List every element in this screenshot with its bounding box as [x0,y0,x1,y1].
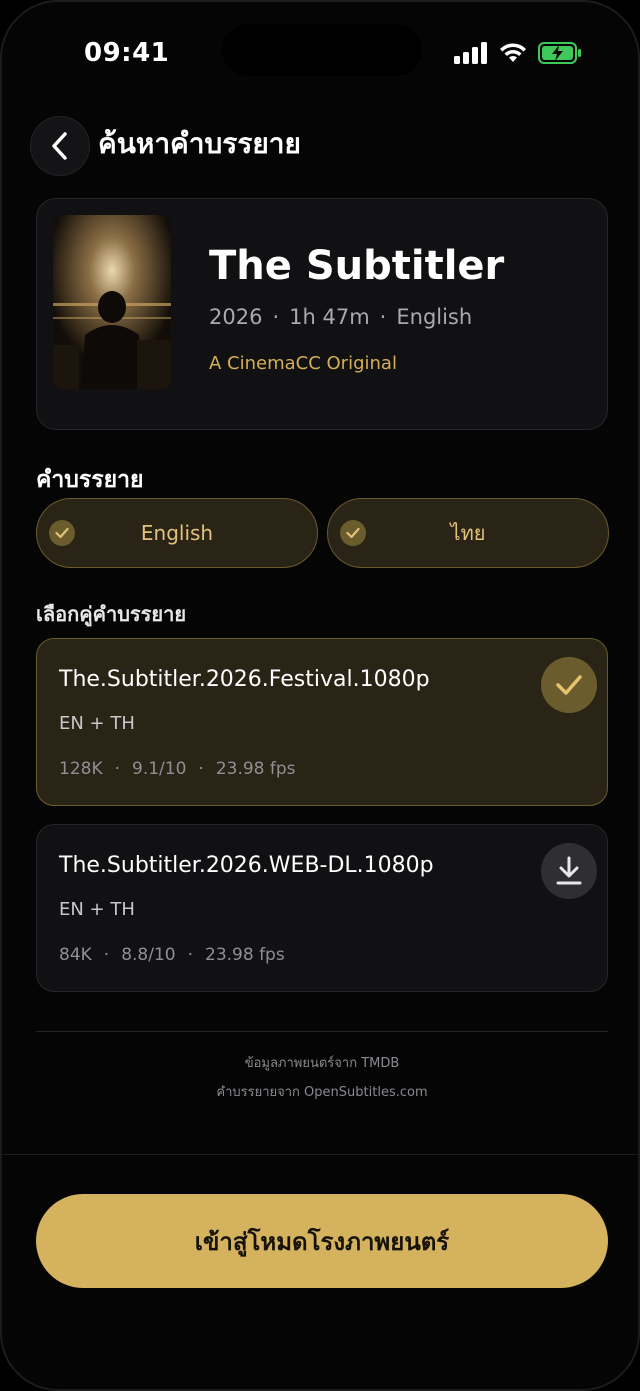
separator-dot: · [187,945,193,965]
chevron-left-icon [52,132,67,160]
language-chip-english[interactable]: English [36,498,318,568]
check-icon [340,520,366,546]
movie-title: The Subtitler [209,243,505,289]
separator-dot: · [379,305,387,329]
pair-rating: 9.1/10 [132,759,187,779]
subtitle-pair-card[interactable]: The.Subtitler.2026.Festival.1080p EN + T… [36,638,608,806]
pair-languages: EN + TH [59,713,135,734]
movie-duration: 1h 47m [289,305,370,329]
pair-stats: 84K · 8.8/10 · 23.98 fps [59,945,285,965]
movie-meta: 2026 · 1h 47m · English [209,305,472,329]
separator-dot: · [198,759,204,779]
separator-dot: · [114,759,121,779]
download-icon [556,856,582,885]
movie-language: English [396,305,473,329]
page-title: ค้นหาคำบรรยาย [98,127,301,160]
dynamic-island [222,24,422,76]
credit-opensubtitles: คำบรรยายจาก OpenSubtitles.com [216,1085,428,1100]
pair-languages: EN + TH [59,899,135,920]
signal-icon [454,42,487,64]
back-button[interactable] [30,116,90,176]
language-chip-label: ไทย [450,521,486,545]
footer-divider [2,1154,638,1155]
download-button[interactable] [541,843,597,899]
pair-downloads: 84K [59,945,92,965]
subtitles-section-label: คำบรรยาย [36,467,144,493]
pair-stats: 128K · 9.1/10 · 23.98 fps [59,759,296,779]
subtitle-pair-card[interactable]: The.Subtitler.2026.WEB-DL.1080p EN + TH … [36,824,608,992]
battery-charging-icon [538,42,581,64]
movie-year: 2026 [209,305,263,329]
cta-label: เข้าสู่โหมดโรงภาพยนตร์ [194,1227,450,1256]
status-time: 09:41 [84,38,170,68]
divider [36,1031,608,1032]
pair-downloads: 128K [59,759,103,779]
check-icon [556,675,582,695]
movie-poster [53,215,171,389]
credit-tmdb: ข้อมูลภาพยนตร์จาก TMDB [244,1056,400,1071]
pair-name: The.Subtitler.2026.WEB-DL.1080p [59,853,434,878]
enter-cinema-mode-button[interactable]: เข้าสู่โหมดโรงภาพยนตร์ [36,1194,608,1288]
status-icons [454,42,582,64]
movie-card: The Subtitler 2026 · 1h 47m · English A … [36,198,608,430]
phone-screen: 09:41 ค้นหาคำบรรยาย The Subtitler 2026 ·… [0,0,640,1391]
pair-fps: 23.98 fps [205,945,285,965]
selected-check-button[interactable] [541,657,597,713]
movie-badge: A CinemaCC Original [209,353,397,374]
pairs-section-label: เลือกคู่คำบรรยาย [36,602,187,626]
language-chip-label: English [140,521,214,545]
separator-dot: · [103,945,110,965]
wifi-icon [500,43,526,62]
pair-fps: 23.98 fps [215,759,296,779]
separator-dot: · [272,305,280,329]
pair-name: The.Subtitler.2026.Festival.1080p [59,667,430,692]
check-icon [49,520,75,546]
language-chip-thai[interactable]: ไทย [327,498,609,568]
pair-rating: 8.8/10 [121,945,176,965]
